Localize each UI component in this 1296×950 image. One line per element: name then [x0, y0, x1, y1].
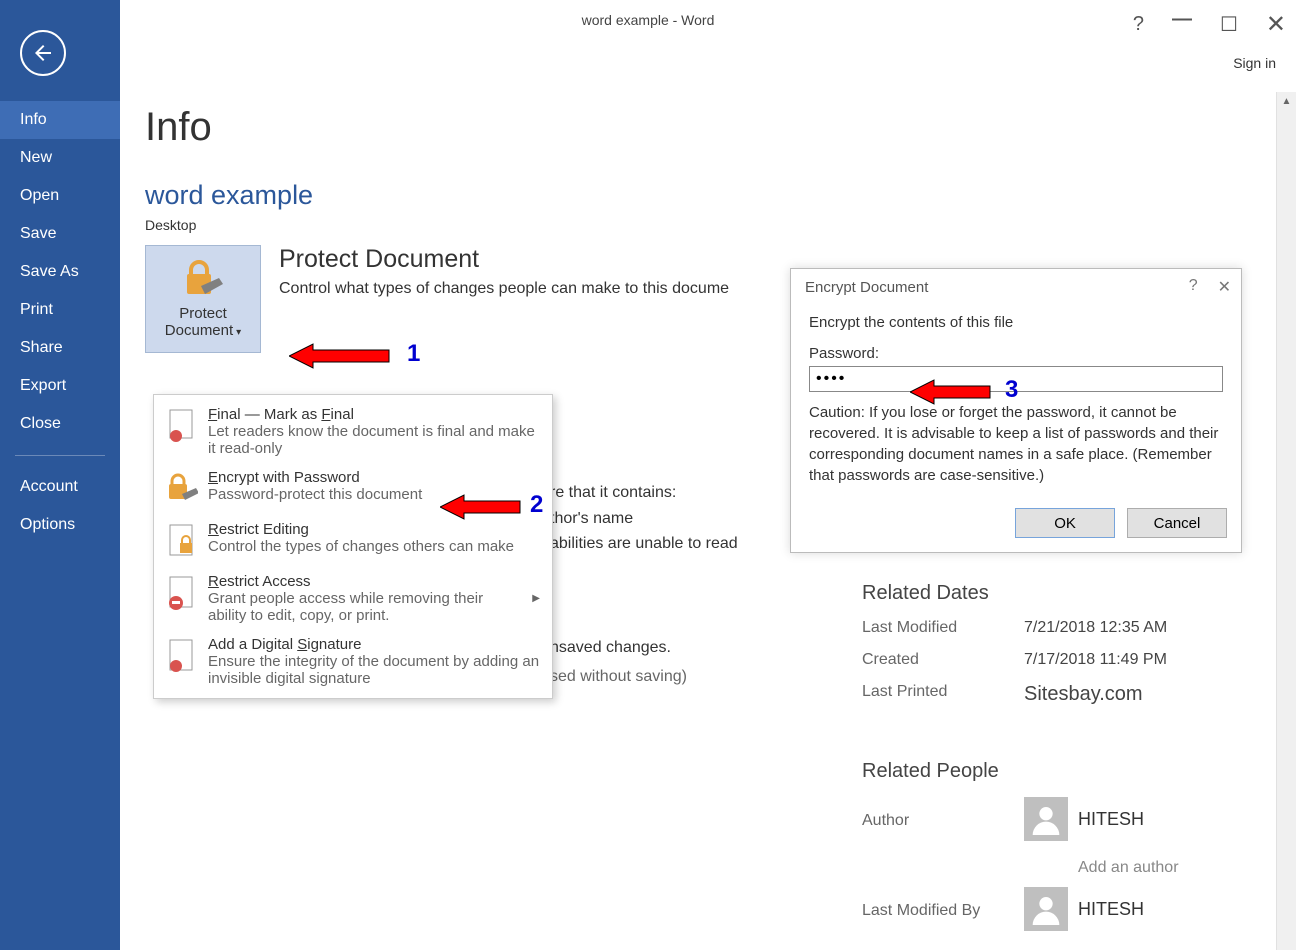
annotation-number: 3 [1005, 376, 1018, 404]
lock-key-icon [166, 469, 198, 509]
last-printed-value: Sitesbay.com [1024, 683, 1143, 706]
sidebar-item-saveas[interactable]: Save As [0, 253, 120, 291]
created-value: 7/17/2018 11:49 PM [1024, 651, 1167, 669]
annotation-number: 2 [530, 491, 543, 519]
created-label: Created [862, 651, 1024, 669]
sidebar-item-open[interactable]: Open [0, 177, 120, 215]
protect-button-label: Protect Document▾ [146, 305, 260, 339]
page-title: Info [145, 105, 1271, 150]
related-people-title: Related People [862, 760, 1179, 783]
lock-icon [181, 260, 225, 299]
menu-restrict-access[interactable]: Restrict Access Grant people access whil… [154, 567, 552, 630]
inspect-partial-text: re that it contains: thor's name abiliti… [550, 480, 738, 557]
menu-item-desc: Control the types of changes others can … [208, 538, 540, 555]
password-label: Password: [809, 345, 1223, 362]
protect-document-menu: Final — Mark as FinalMark as Final Let r… [153, 394, 553, 699]
sidebar-item-account[interactable]: Account [0, 468, 120, 506]
document-lock-icon [166, 521, 198, 561]
document-location: Desktop [145, 217, 1271, 233]
last-modified-by-label: Last Modified By [862, 902, 1024, 920]
window-title: word example - Word [582, 12, 715, 28]
titlebar: word example - Word ? — ☐ ✕ [0, 0, 1296, 40]
dialog-instruction: Encrypt the contents of this file [809, 314, 1223, 331]
sign-in-link[interactable]: Sign in [1233, 55, 1276, 71]
protect-document-button[interactable]: Protect Document▾ [145, 245, 261, 353]
encrypt-document-dialog: Encrypt Document ? ✕ Encrypt the content… [790, 268, 1242, 553]
document-ribbon-icon [166, 406, 198, 446]
sidebar-item-save[interactable]: Save [0, 215, 120, 253]
add-author-link[interactable]: Add an author [1078, 859, 1179, 877]
related-people-section: Related People Author HITESH Add an auth… [862, 760, 1179, 949]
caution-text: Caution: If you lose or forget the passw… [809, 402, 1223, 486]
last-printed-label: Last Printed [862, 683, 1024, 706]
sidebar: Info New Open Save Save As Print Share E… [0, 0, 120, 950]
document-no-icon [166, 573, 198, 613]
related-dates-section: Related Dates Last Modified 7/21/2018 12… [862, 582, 1167, 720]
menu-item-title: Add a Digital Signature [208, 636, 540, 653]
avatar-icon [1024, 887, 1068, 931]
close-icon[interactable]: ✕ [1266, 10, 1286, 39]
protect-section-title: Protect Document [279, 245, 729, 274]
minimize-icon[interactable]: — [1172, 8, 1192, 31]
menu-add-digital-signature[interactable]: Add a Digital Signature Ensure the integ… [154, 630, 552, 693]
document-signature-icon [166, 636, 198, 676]
help-icon[interactable]: ? [1133, 13, 1144, 36]
menu-item-title: Restrict Access [208, 573, 522, 590]
menu-item-desc: Grant people access while removing their… [208, 590, 522, 624]
author-name: HITESH [1078, 809, 1144, 830]
sidebar-item-print[interactable]: Print [0, 291, 120, 329]
menu-item-title: Final — Mark as FinalMark as Final [208, 406, 540, 423]
ok-button[interactable]: OK [1015, 508, 1115, 538]
sidebar-item-info[interactable]: Info [0, 101, 120, 139]
related-dates-title: Related Dates [862, 582, 1167, 605]
cancel-button[interactable]: Cancel [1127, 508, 1227, 538]
sidebar-item-share[interactable]: Share [0, 329, 120, 367]
annotation-number: 1 [407, 340, 420, 368]
dialog-help-icon[interactable]: ? [1189, 277, 1198, 297]
sidebar-item-options[interactable]: Options [0, 506, 120, 544]
annotation-arrow-1: 1 [289, 342, 429, 373]
back-button[interactable] [20, 30, 66, 76]
author-label: Author [862, 812, 1024, 830]
sidebar-item-new[interactable]: New [0, 139, 120, 177]
avatar-icon [1024, 797, 1068, 841]
menu-item-desc: Let readers know the document is final a… [208, 423, 540, 457]
maximize-icon[interactable]: ☐ [1220, 12, 1238, 37]
manage-partial-text: nsaved changes. sed without saving) [550, 634, 687, 692]
sidebar-separator [15, 455, 105, 456]
sidebar-item-export[interactable]: Export [0, 367, 120, 405]
submenu-arrow-icon: ▶ [532, 593, 540, 604]
menu-mark-as-final[interactable]: Final — Mark as FinalMark as Final Let r… [154, 400, 552, 463]
chevron-down-icon: ▾ [236, 327, 241, 338]
sidebar-item-close[interactable]: Close [0, 405, 120, 443]
last-modified-by-name: HITESH [1078, 899, 1144, 920]
menu-item-title: Encrypt with Password [208, 469, 540, 486]
titlebar-controls: ? — ☐ ✕ [1133, 10, 1286, 39]
annotation-arrow-3: 3 [910, 378, 1025, 409]
last-modified-label: Last Modified [862, 619, 1024, 637]
dialog-close-icon[interactable]: ✕ [1218, 277, 1231, 297]
menu-item-desc: Ensure the integrity of the document by … [208, 653, 540, 687]
dialog-title: Encrypt Document [791, 269, 1241, 306]
last-modified-value: 7/21/2018 12:35 AM [1024, 619, 1167, 637]
annotation-arrow-2: 2 [440, 493, 550, 524]
document-name: word example [145, 180, 1271, 211]
protect-section-desc: Control what types of changes people can… [279, 280, 729, 298]
